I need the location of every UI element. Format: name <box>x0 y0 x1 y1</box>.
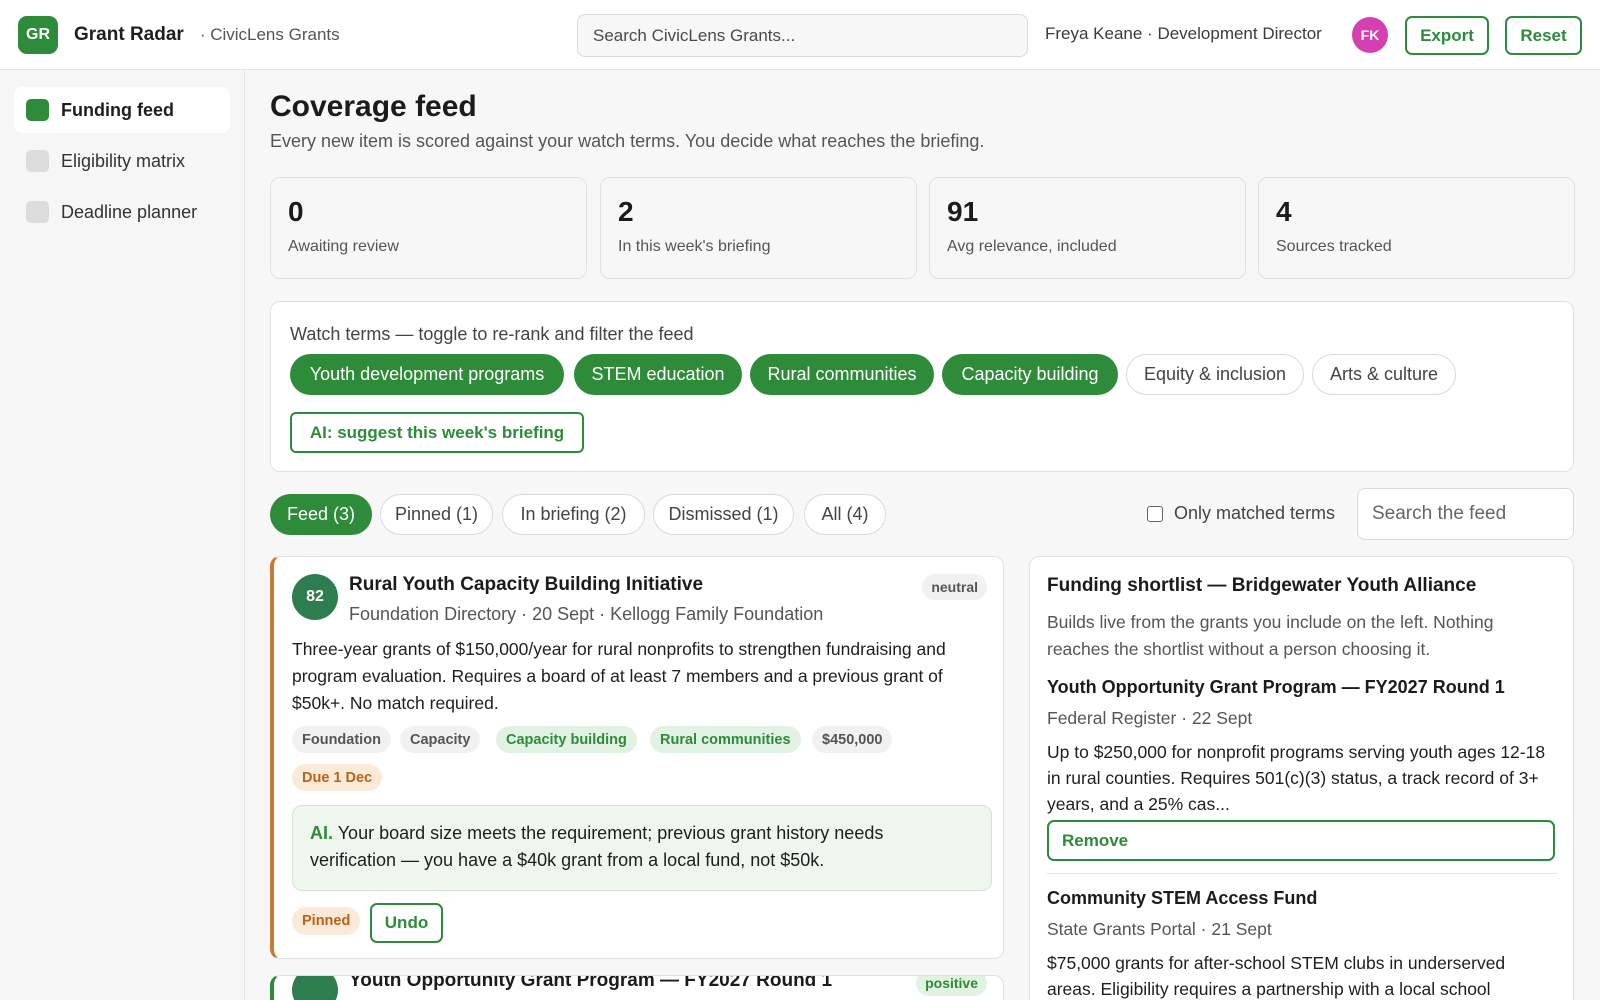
remove-button[interactable]: Remove <box>1047 820 1555 861</box>
user-label: Freya Keane · Development Director <box>1045 24 1322 43</box>
watch-term-chip[interactable]: STEM education <box>574 354 742 395</box>
watch-terms-title: Watch terms — toggle to re-rank and filt… <box>290 324 694 344</box>
shortlist-item-body: Up to $250,000 for nonprofit programs se… <box>1047 742 1546 814</box>
stat-value: 4 <box>1276 196 1292 227</box>
stat-label: Awaiting review <box>288 238 399 255</box>
avatar[interactable]: FK <box>1352 17 1388 53</box>
stat-card-briefing: 2 In this week's briefing <box>600 177 917 279</box>
ai-prefix: AI. <box>310 823 334 843</box>
page-subtitle: Every new item is scored against your wa… <box>270 131 985 151</box>
watch-term-chip[interactable]: Arts & culture <box>1312 354 1456 395</box>
card-meta: Foundation Directory · 20 Sept · Kellogg… <box>349 604 824 624</box>
shortlist-description: Builds live from the grants you include … <box>1047 612 1494 659</box>
only-matched-toggle[interactable]: Only matched terms <box>1147 503 1335 524</box>
sidebar: Funding feed Eligibility matrix Deadline… <box>0 70 245 1000</box>
card-body: Three-year grants of $150,000/year for r… <box>292 639 946 713</box>
shortlist-title: Funding shortlist — Bridgewater Youth Al… <box>1047 575 1477 596</box>
undo-button[interactable]: Undo <box>370 903 443 943</box>
tag: Foundation <box>292 726 391 753</box>
only-matched-label: Only matched terms <box>1174 503 1336 523</box>
shortlist-item-meta: State Grants Portal · 21 Sept <box>1047 919 1272 939</box>
nav-indicator-icon <box>26 99 49 121</box>
divider <box>1047 873 1557 874</box>
sentiment-badge: neutral <box>922 574 987 600</box>
card-title[interactable]: Rural Youth Capacity Building Initiative <box>349 574 703 596</box>
stat-card-awaiting: 0 Awaiting review <box>270 177 587 279</box>
sidebar-item-label: Funding feed <box>61 99 174 120</box>
matched-term-tag: Capacity building <box>496 726 637 753</box>
tab-pinned[interactable]: Pinned (1) <box>380 494 493 535</box>
shortlist-item-meta: Federal Register · 22 Sept <box>1047 708 1253 728</box>
matched-term-tag: Rural communities <box>650 726 801 753</box>
amount-tag: $450,000 <box>812 726 893 753</box>
app-name: Grant Radar <box>74 23 184 45</box>
page-title: Coverage feed <box>270 90 477 123</box>
global-search-input[interactable] <box>577 14 1028 57</box>
tab-dismissed[interactable]: Dismissed (1) <box>653 494 794 535</box>
due-date-badge: Due 1 Dec <box>292 764 383 791</box>
stat-label: In this week's briefing <box>618 238 771 255</box>
tab-in-briefing[interactable]: In briefing (2) <box>502 494 645 535</box>
shortlist-item-body: $75,000 grants for after-school STEM clu… <box>1047 953 1506 999</box>
shortlist-item-title[interactable]: Community STEM Access Fund <box>1047 888 1317 909</box>
only-matched-checkbox[interactable] <box>1147 505 1163 522</box>
stat-value: 0 <box>288 196 304 227</box>
export-button[interactable]: Export <box>1405 16 1489 55</box>
relevance-score-badge: 82 <box>292 574 338 620</box>
ai-insight-text: Your board size meets the requirement; p… <box>310 823 884 870</box>
app-logo: GR <box>18 15 58 54</box>
feed-card: 82 Rural Youth Capacity Building Initiat… <box>270 556 1004 959</box>
org-name: · CivicLens Grants <box>199 24 340 44</box>
stat-value: 2 <box>618 196 634 227</box>
watch-terms-panel: Watch terms — toggle to re-rank and filt… <box>270 301 1574 472</box>
sidebar-item-label: Deadline planner <box>61 201 198 222</box>
ai-suggest-briefing-button[interactable]: AI: suggest this week's briefing <box>290 412 584 453</box>
relevance-score-badge <box>292 976 338 1000</box>
sidebar-item-label: Eligibility matrix <box>61 150 186 171</box>
top-bar: GR Grant Radar · CivicLens Grants Freya … <box>0 0 1600 70</box>
reset-button[interactable]: Reset <box>1505 16 1582 55</box>
watch-term-chip[interactable]: Equity & inclusion <box>1126 354 1304 395</box>
sidebar-item-eligibility-matrix[interactable]: Eligibility matrix <box>14 138 230 184</box>
feed-card: Youth Opportunity Grant Program — FY2027… <box>270 975 1004 1000</box>
nav-indicator-icon <box>26 201 49 223</box>
funding-shortlist-panel: Funding shortlist — Bridgewater Youth Al… <box>1029 556 1574 1000</box>
stat-card-sources: 4 Sources tracked <box>1258 177 1575 279</box>
sidebar-item-deadline-planner[interactable]: Deadline planner <box>14 189 230 235</box>
stat-label: Avg relevance, included <box>947 238 1117 255</box>
nav-indicator-icon <box>26 150 49 172</box>
sidebar-item-funding-feed[interactable]: Funding feed <box>14 87 230 133</box>
shortlist-item-title[interactable]: Youth Opportunity Grant Program — FY2027… <box>1047 677 1505 698</box>
watch-term-chip[interactable]: Youth development programs <box>290 354 564 395</box>
ai-insight-box: AI. Your board size meets the requiremen… <box>292 805 992 891</box>
card-title[interactable]: Youth Opportunity Grant Program — FY2027… <box>349 976 832 992</box>
watch-term-chip[interactable]: Rural communities <box>750 354 934 395</box>
stat-value: 91 <box>947 196 979 227</box>
feed-search-input[interactable] <box>1357 488 1574 540</box>
watch-term-chip[interactable]: Capacity building <box>942 354 1118 395</box>
stat-label: Sources tracked <box>1276 238 1392 255</box>
stat-card-relevance: 91 Avg relevance, included <box>929 177 1246 279</box>
tab-feed[interactable]: Feed (3) <box>270 494 372 535</box>
tab-all[interactable]: All (4) <box>804 494 886 535</box>
tag: Capacity <box>400 726 481 753</box>
pinned-status-badge: Pinned <box>292 907 361 935</box>
sentiment-badge: positive <box>916 976 987 996</box>
